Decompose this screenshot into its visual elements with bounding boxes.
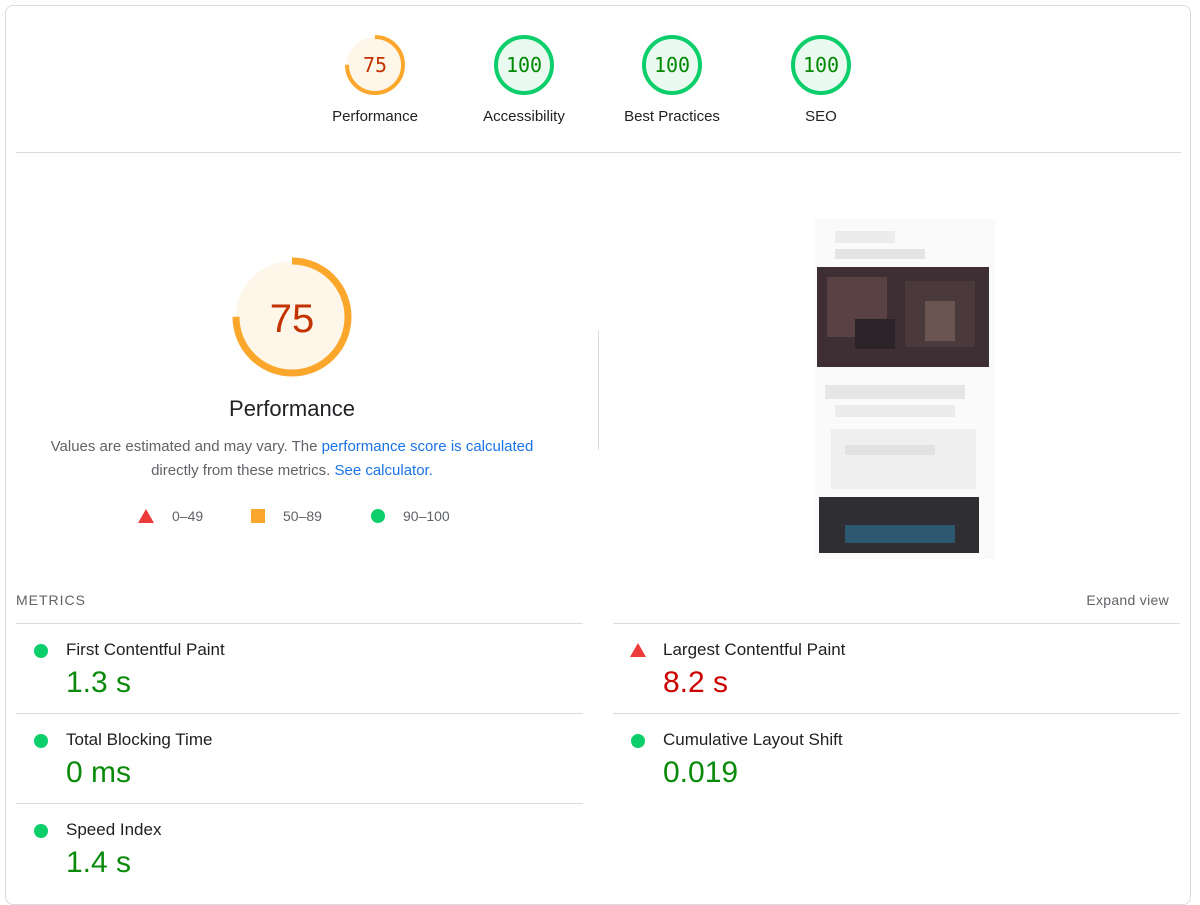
category-gauges: 75 Performance 100 Accessibility 100 Bes… [0, 0, 1200, 150]
vertical-divider [598, 330, 599, 450]
circle-icon [371, 509, 385, 523]
legend-average: 50–89 [251, 508, 322, 524]
metric-first-contentful-paint: First Contentful Paint 1.3 s [16, 624, 556, 714]
metric-name: Largest Contentful Paint [663, 640, 846, 659]
metric-name: Speed Index [66, 820, 162, 839]
legend-fail-label: 0–49 [172, 508, 204, 524]
metric-name: Total Blocking Time [66, 730, 213, 749]
gauge-label: Performance [332, 108, 418, 125]
gauge-performance[interactable]: 75 Performance [305, 34, 445, 125]
performance-description: Values are estimated and may vary. The p… [32, 435, 552, 483]
gauge-label: Accessibility [483, 108, 565, 125]
gauge-seo[interactable]: 100 SEO [751, 34, 891, 125]
legend-pass-label: 90–100 [403, 508, 450, 524]
desc-text-1: Values are estimated and may vary. The [50, 438, 322, 455]
expand-view-button[interactable]: Expand view [1086, 592, 1169, 608]
metric-cumulative-layout-shift: Cumulative Layout Shift 0.019 [613, 714, 1153, 804]
desc-text-2: directly from these metrics. [151, 462, 335, 479]
seo-gauge-icon: 100 [791, 35, 851, 95]
metric-speed-index: Speed Index 1.4 s [16, 804, 556, 894]
pass-circle-icon [34, 644, 48, 658]
pass-circle-icon [34, 734, 48, 748]
metric-total-blocking-time: Total Blocking Time 0 ms [16, 714, 556, 804]
performance-gauge-icon: 75 [345, 35, 405, 95]
metric-name: First Contentful Paint [66, 640, 225, 659]
legend-average-label: 50–89 [283, 508, 322, 524]
gauge-score: 100 [506, 53, 542, 77]
gauge-score: 100 [803, 53, 839, 77]
performance-title: Performance [229, 396, 355, 421]
gauge-score: 75 [363, 53, 387, 77]
final-screenshot [815, 219, 995, 559]
gauge-label: Best Practices [624, 108, 720, 125]
best-practices-gauge-icon: 100 [642, 35, 702, 95]
metric-value: 1.4 s [66, 846, 132, 879]
pass-circle-icon [34, 824, 48, 838]
square-icon [251, 509, 265, 523]
accessibility-gauge-icon: 100 [494, 35, 554, 95]
legend-pass: 90–100 [371, 508, 450, 524]
performance-big-gauge-icon: 75 [232, 257, 352, 377]
divider [16, 152, 1181, 153]
gauge-score: 100 [654, 53, 690, 77]
pass-circle-icon [631, 734, 645, 748]
triangle-icon [138, 509, 154, 523]
metric-name: Cumulative Layout Shift [663, 730, 843, 749]
gauge-label: SEO [805, 108, 837, 125]
performance-score: 75 [270, 297, 315, 341]
gauge-best-practices[interactable]: 100 Best Practices [602, 34, 742, 125]
gauge-accessibility[interactable]: 100 Accessibility [454, 34, 594, 125]
metric-value: 0 ms [66, 756, 132, 789]
metric-largest-contentful-paint: Largest Contentful Paint 8.2 s [613, 624, 1153, 714]
see-calculator-link[interactable]: See calculator. [334, 462, 432, 479]
metric-value: 0.019 [663, 756, 739, 789]
metric-value: 8.2 s [663, 666, 729, 699]
metrics-title: METRICS [16, 592, 86, 608]
score-calculated-link[interactable]: performance score is calculated [322, 438, 534, 455]
fail-triangle-icon [630, 643, 646, 657]
metric-value: 1.3 s [66, 666, 132, 699]
legend-fail: 0–49 [138, 508, 203, 524]
